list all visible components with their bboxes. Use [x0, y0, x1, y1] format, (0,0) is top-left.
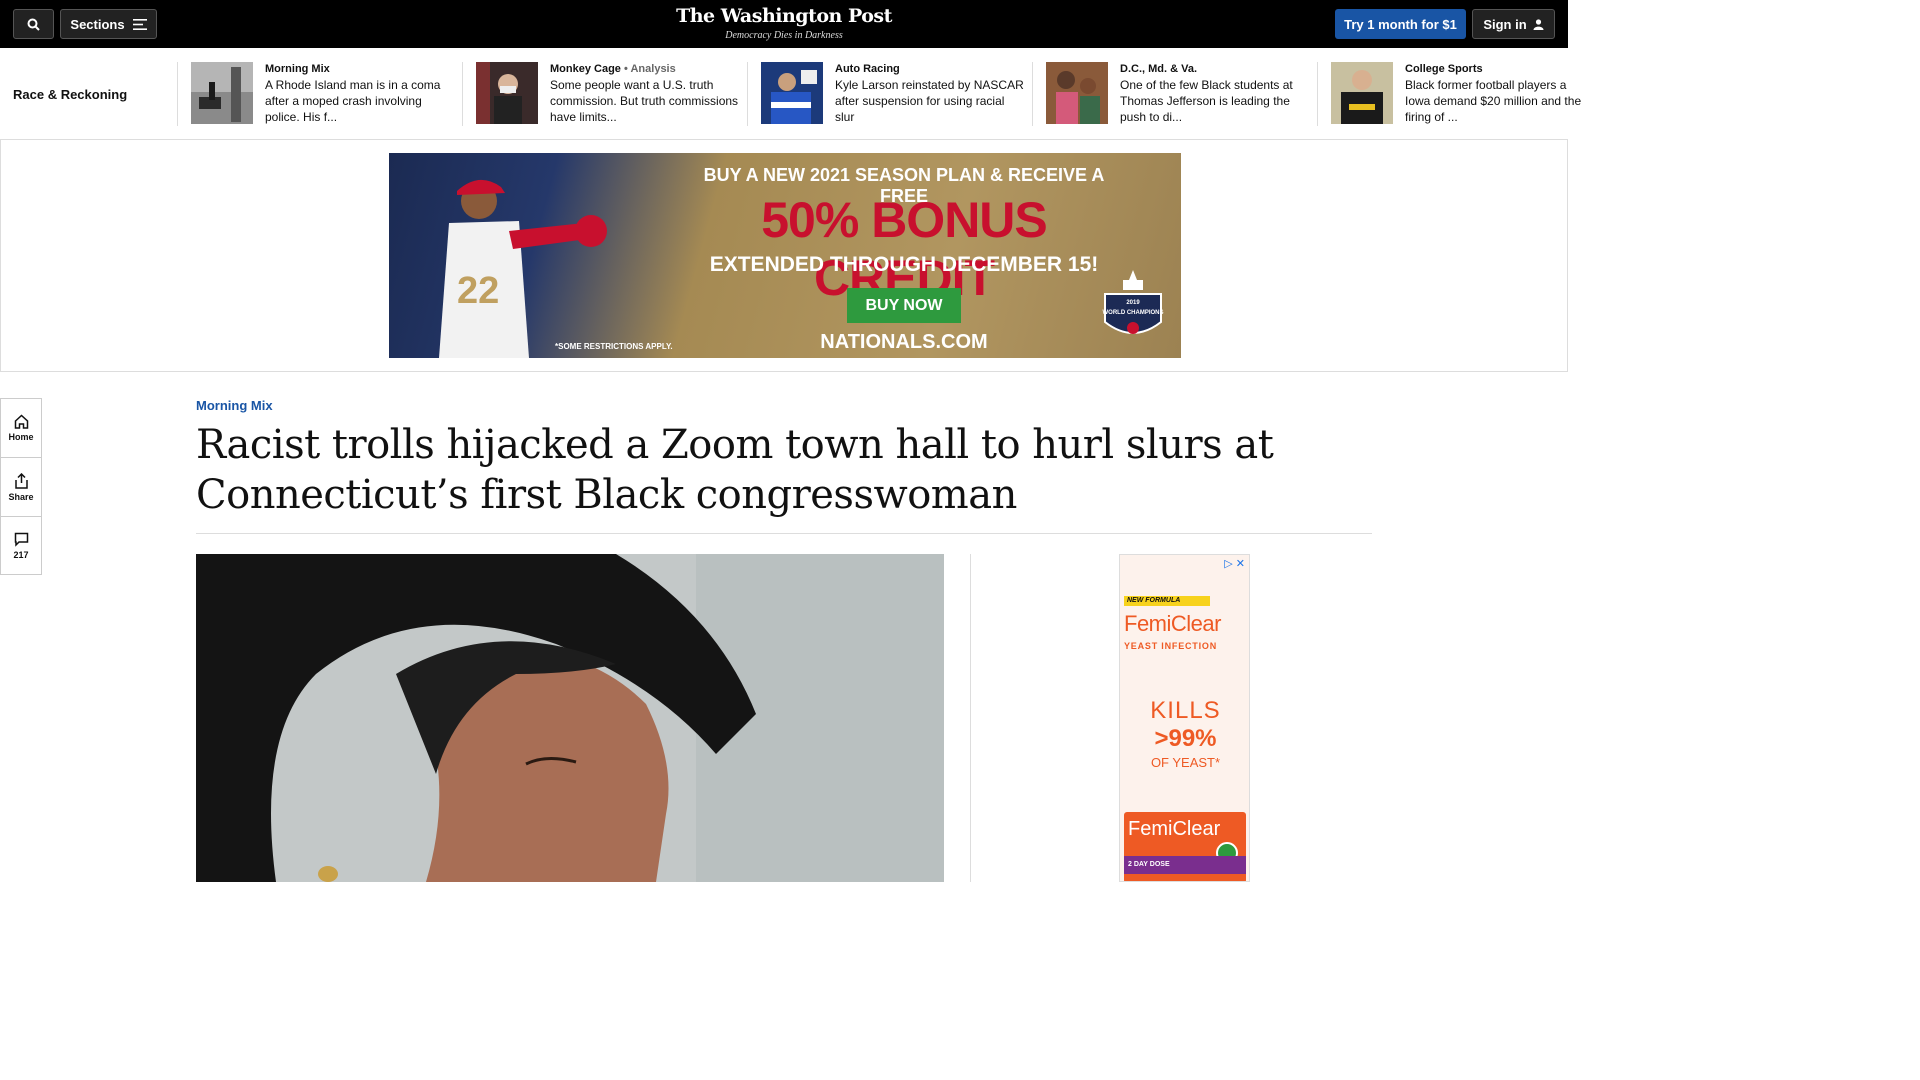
strip-title[interactable]: Race & Reckoning	[13, 87, 127, 102]
strip-story-item[interactable]: College Sports Black former football pla…	[1317, 62, 1602, 126]
subscribe-trial-button[interactable]: Try 1 month for $1	[1335, 9, 1466, 39]
package-dose: 2 DAY DOSE	[1124, 856, 1246, 874]
package-brand: FemiClear	[1128, 818, 1221, 840]
story-kicker[interactable]: College Sports	[1405, 62, 1595, 76]
story-headline[interactable]: Kyle Larson reinstated by NASCAR after s…	[835, 77, 1025, 125]
home-button[interactable]: Home	[0, 398, 42, 457]
sign-in-button[interactable]: Sign in	[1472, 9, 1555, 39]
article-kicker[interactable]: Morning Mix	[196, 398, 273, 413]
nationals-banner-ad[interactable]: 22 BUY A NEW 2021 SEASON PLAN & RECEIVE …	[389, 153, 1181, 358]
story-kicker[interactable]: Monkey Cage • Analysis	[550, 62, 740, 76]
story-headline[interactable]: A Rhode Island man is in a coma after a …	[265, 77, 455, 125]
search-button[interactable]	[13, 9, 54, 39]
story-thumbnail[interactable]	[476, 62, 538, 124]
comments-count: 217	[13, 549, 29, 560]
home-icon	[14, 414, 28, 429]
column-divider	[970, 554, 971, 882]
header-divider	[196, 533, 1372, 534]
masthead-title: The Washington Post	[676, 5, 892, 27]
new-formula-tag: NEW FORMULA	[1124, 596, 1210, 606]
ad-site-url: NATIONALS.COM	[820, 331, 988, 353]
baseball-player-image: 22	[439, 179, 607, 358]
article-title: Racist trolls hijacked a Zoom town hall …	[196, 422, 1274, 518]
story-thumbnail[interactable]	[761, 62, 823, 124]
story-kicker[interactable]: D.C., Md. & Va.	[1120, 62, 1310, 76]
strip-story-item[interactable]: Monkey Cage • Analysis Some people want …	[462, 62, 747, 126]
ad-percent-text: >99%	[1154, 725, 1217, 752]
sections-menu-button[interactable]: Sections	[60, 9, 157, 39]
top-navigation-bar: Sections The Washington Post Democracy D…	[0, 0, 1568, 48]
comment-icon	[14, 532, 28, 547]
badge-text: WORLD CHAMPIONS	[1103, 310, 1164, 316]
ad-yeast-text: OF YEAST*	[1150, 755, 1221, 770]
article-lead-photo	[196, 554, 944, 882]
masthead-logo[interactable]: The Washington Post Democracy Dies in Da…	[634, 4, 934, 41]
left-action-rail: Home Share 217	[0, 398, 42, 575]
ad-headline-3: EXTENDED THROUGH DECEMBER 15!	[709, 253, 1099, 276]
story-headline[interactable]: Some people want a U.S. truth commission…	[550, 77, 740, 125]
search-icon	[27, 18, 40, 31]
femiclear-side-ad[interactable]: ▷ ✕ NEW FORMULA FemiClear YEAST INFECTIO…	[1119, 554, 1250, 882]
ad-subtitle: YEAST INFECTION	[1124, 641, 1218, 651]
hamburger-menu-icon	[132, 18, 147, 30]
story-headline[interactable]: One of the few Black students at Thomas …	[1120, 77, 1310, 125]
ad-fine-print: *SOME RESTRICTIONS APPLY.	[555, 342, 673, 351]
story-kicker[interactable]: Auto Racing	[835, 62, 1025, 76]
race-reckoning-strip: Race & Reckoning Morning Mix A Rhode Isl…	[0, 48, 1581, 140]
strip-story-item[interactable]: Auto Racing Kyle Larson reinstated by NA…	[747, 62, 1032, 126]
story-thumbnail[interactable]	[191, 62, 253, 124]
share-button[interactable]: Share	[0, 457, 42, 516]
jersey-number: 22	[457, 270, 499, 312]
story-thumbnail[interactable]	[1331, 62, 1393, 124]
strip-story-item[interactable]: Morning Mix A Rhode Island man is in a c…	[177, 62, 462, 126]
world-champions-badge: 2019 WORLD CHAMPIONS	[1103, 270, 1164, 334]
comments-button[interactable]: 217	[0, 516, 42, 575]
masthead-tagline: Democracy Dies in Darkness	[725, 30, 843, 41]
adchoices-icon[interactable]: ▷ ✕	[1224, 557, 1245, 570]
story-headline[interactable]: Black former football players a Iowa dem…	[1405, 77, 1595, 125]
ad-buy-now-button[interactable]: BUY NOW	[847, 288, 961, 323]
sign-in-label: Sign in	[1483, 16, 1527, 32]
story-thumbnail[interactable]	[1046, 62, 1108, 124]
sections-label: Sections	[70, 16, 125, 32]
share-label: Share	[8, 491, 34, 502]
story-kicker[interactable]: Morning Mix	[265, 62, 455, 76]
ad-kills-text: KILLS	[1150, 697, 1221, 724]
banner-ad-container: 22 BUY A NEW 2021 SEASON PLAN & RECEIVE …	[0, 140, 1568, 372]
ad-brand: FemiClear	[1124, 611, 1221, 636]
home-label: Home	[8, 432, 34, 442]
user-icon	[1533, 18, 1544, 30]
analysis-label: • Analysis	[623, 63, 676, 75]
share-icon	[14, 472, 28, 489]
product-package-image: FemiClear 2 DAY DOSE	[1124, 812, 1246, 881]
strip-story-item[interactable]: D.C., Md. & Va. One of the few Black stu…	[1032, 62, 1317, 126]
badge-year: 2019	[1126, 300, 1140, 306]
